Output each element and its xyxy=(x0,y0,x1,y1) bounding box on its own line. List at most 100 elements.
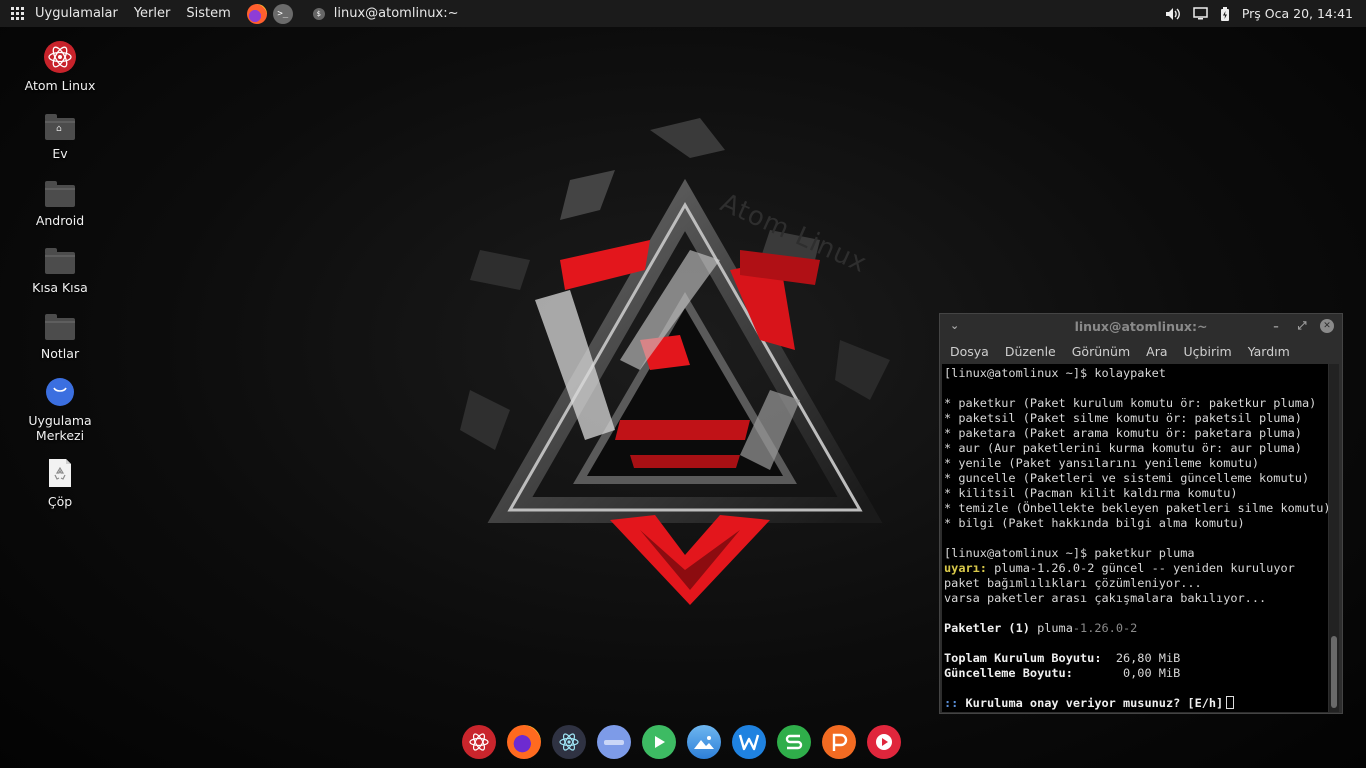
terminal-line: * paketara (Paket arama komutu ör: paket… xyxy=(944,426,1302,440)
atom-linux-icon[interactable] xyxy=(462,725,496,759)
firefox-icon[interactable] xyxy=(246,3,267,24)
scrollbar-thumb[interactable] xyxy=(1331,636,1337,708)
desktop-icon-atom-linux[interactable]: Atom Linux xyxy=(10,40,110,93)
software-store-icon[interactable] xyxy=(597,725,631,759)
close-icon[interactable]: ✕ xyxy=(1320,319,1334,333)
image-viewer-icon[interactable] xyxy=(687,725,721,759)
menu-gorunum[interactable]: Görünüm xyxy=(1072,344,1130,359)
folder-icon xyxy=(43,242,77,276)
desktop-icon-label: Uygulama Merkezi xyxy=(28,413,92,443)
terminal-title: linux@atomlinux:~ xyxy=(1074,319,1208,334)
terminal-line: * bilgi (Paket hakkında bilgi alma komut… xyxy=(944,516,1245,530)
system-tray: Prş Oca 20, 14:41 xyxy=(1165,0,1366,27)
terminal-line: * yenile (Paket yansılarını yenileme kom… xyxy=(944,456,1259,470)
desktop-icon-label: Kısa Kısa xyxy=(32,280,88,295)
desktop-icon-kisa-kisa[interactable]: Kısa Kısa xyxy=(10,242,110,295)
text-cursor xyxy=(1226,696,1235,709)
terminal-line: * temizle (Önbellekte bekleyen paketleri… xyxy=(944,501,1328,515)
package-name: pluma xyxy=(1037,621,1073,635)
total-size-value: 26,80 MiB xyxy=(1115,651,1181,665)
terminal-output[interactable]: [linux@atomlinux ~]$ kolaypaket * paketk… xyxy=(942,364,1328,712)
terminal-line: Paketler (1) pluma-1.26.0-2 xyxy=(944,621,1328,636)
update-size-label: Güncelleme Boyutu: xyxy=(944,666,1073,680)
wps-presentation-icon[interactable] xyxy=(822,725,856,759)
confirm-question: Kuruluma onay veriyor musunuz? [E/h] xyxy=(965,696,1224,710)
total-size-label: Toplam Kurulum Boyutu: xyxy=(944,651,1102,665)
electron-icon[interactable] xyxy=(552,725,586,759)
volume-icon[interactable] xyxy=(1165,7,1181,21)
taskbar-terminal-window[interactable]: $ linux@atomlinux:~ xyxy=(312,6,459,21)
menu-system[interactable]: Sistem xyxy=(186,6,230,21)
wallpaper-atom-logo-art xyxy=(440,110,930,620)
menu-places[interactable]: Yerler xyxy=(134,6,171,21)
trash-icon xyxy=(43,456,77,490)
desktop-icon-label: Atom Linux xyxy=(24,78,96,93)
desktop-icon-app-center[interactable]: Uygulama Merkezi xyxy=(10,375,110,443)
maximize-icon[interactable]: ⤢ xyxy=(1294,318,1310,334)
desktop-icon-label: Android xyxy=(35,213,85,228)
battery-icon[interactable] xyxy=(1220,6,1230,21)
firefox-icon[interactable] xyxy=(507,725,541,759)
desktop-icon-android[interactable]: Android xyxy=(10,175,110,228)
packages-label: Paketler (1) xyxy=(944,621,1030,635)
terminal-line: * paketsil (Paket silme komutu ör: paket… xyxy=(944,411,1302,425)
terminal-window[interactable]: ⌄ linux@atomlinux:~ – ⤢ ✕ Dosya Düzenle … xyxy=(939,313,1343,714)
terminal-icon[interactable]: >_ xyxy=(272,3,293,24)
terminal-line: * aur (Aur paketlerini kurma komutu ör: … xyxy=(944,441,1302,455)
package-version: -1.26.0-2 xyxy=(1072,621,1138,635)
play-store-icon[interactable] xyxy=(642,725,676,759)
media-player-icon[interactable] xyxy=(867,725,901,759)
terminal-prompt-line: :: Kuruluma onay veriyor musunuz? [E/h] xyxy=(944,696,1328,711)
update-size-value: 0,00 MiB xyxy=(1122,666,1181,680)
display-icon[interactable] xyxy=(1193,7,1208,20)
terminal-line: * guncelle (Paketleri ve sistemi güncell… xyxy=(944,471,1310,485)
menu-ara[interactable]: Ara xyxy=(1146,344,1167,359)
top-panel: Uygulamalar Yerler Sistem >_ $ linux@ato… xyxy=(0,0,1366,27)
wps-spreadsheet-icon[interactable] xyxy=(777,725,811,759)
atom-logo-icon xyxy=(43,40,77,74)
terminal-scrollbar[interactable] xyxy=(1329,364,1339,712)
desktop-icon-label: Ev xyxy=(52,146,68,161)
desktop-icon-label: Çöp xyxy=(47,494,73,509)
terminal-line: Toplam Kurulum Boyutu: 26,80 MiB xyxy=(944,651,1328,666)
terminal-menubar: Dosya Düzenle Görünüm Ara Uçbirim Yardım xyxy=(940,339,1342,363)
menu-applications[interactable]: Uygulamalar xyxy=(35,6,118,21)
desktop-icon-notlar[interactable]: Notlar xyxy=(10,308,110,361)
terminal-line: [linux@atomlinux ~]$ paketkur pluma xyxy=(944,546,1195,560)
prompt-marker: :: xyxy=(944,696,959,710)
terminal-line: uyarı: pluma-1.26.0-2 güncel -- yeniden … xyxy=(944,561,1328,576)
warning-label: uyarı: xyxy=(944,561,987,575)
clock[interactable]: Prş Oca 20, 14:41 xyxy=(1242,6,1353,21)
menu-dosya[interactable]: Dosya xyxy=(950,344,989,359)
minimize-icon[interactable]: – xyxy=(1268,318,1284,334)
desktop-icon-trash[interactable]: Çöp xyxy=(10,456,110,509)
home-folder-icon: ⌂ xyxy=(43,108,77,142)
menu-yardim[interactable]: Yardım xyxy=(1248,344,1290,359)
warning-text: pluma-1.26.0-2 güncel -- yeniden kuruluy… xyxy=(994,561,1295,575)
terminal-titlebar[interactable]: ⌄ linux@atomlinux:~ – ⤢ ✕ xyxy=(940,314,1342,339)
menu-ucbirim[interactable]: Uçbirim xyxy=(1184,344,1232,359)
desktop-icon-label: Notlar xyxy=(40,346,80,361)
window-menu-chevron-icon[interactable]: ⌄ xyxy=(950,319,959,332)
terminal-line: [linux@atomlinux ~]$ kolaypaket xyxy=(944,366,1166,380)
wps-writer-icon[interactable] xyxy=(732,725,766,759)
desktop-icon-home[interactable]: ⌂ Ev xyxy=(10,108,110,161)
folder-icon xyxy=(43,175,77,209)
terminal-line: * paketkur (Paket kurulum komutu ör: pak… xyxy=(944,396,1317,410)
dock xyxy=(462,725,912,761)
menu-duzenle[interactable]: Düzenle xyxy=(1005,344,1056,359)
app-center-icon xyxy=(43,375,77,409)
terminal-line: paket bağımlılıkları çözümleniyor... xyxy=(944,576,1202,590)
terminal-line: * kilitsil (Pacman kilit kaldırma komutu… xyxy=(944,486,1238,500)
taskbar-window-title: linux@atomlinux:~ xyxy=(333,6,459,21)
terminal-line: Güncelleme Boyutu: 0,00 MiB xyxy=(944,666,1328,681)
terminal-icon: $ xyxy=(312,7,325,20)
folder-icon xyxy=(43,308,77,342)
apps-grid-icon[interactable] xyxy=(11,6,25,21)
terminal-line: varsa paketler arası çakışmalara bakılıy… xyxy=(944,591,1267,605)
